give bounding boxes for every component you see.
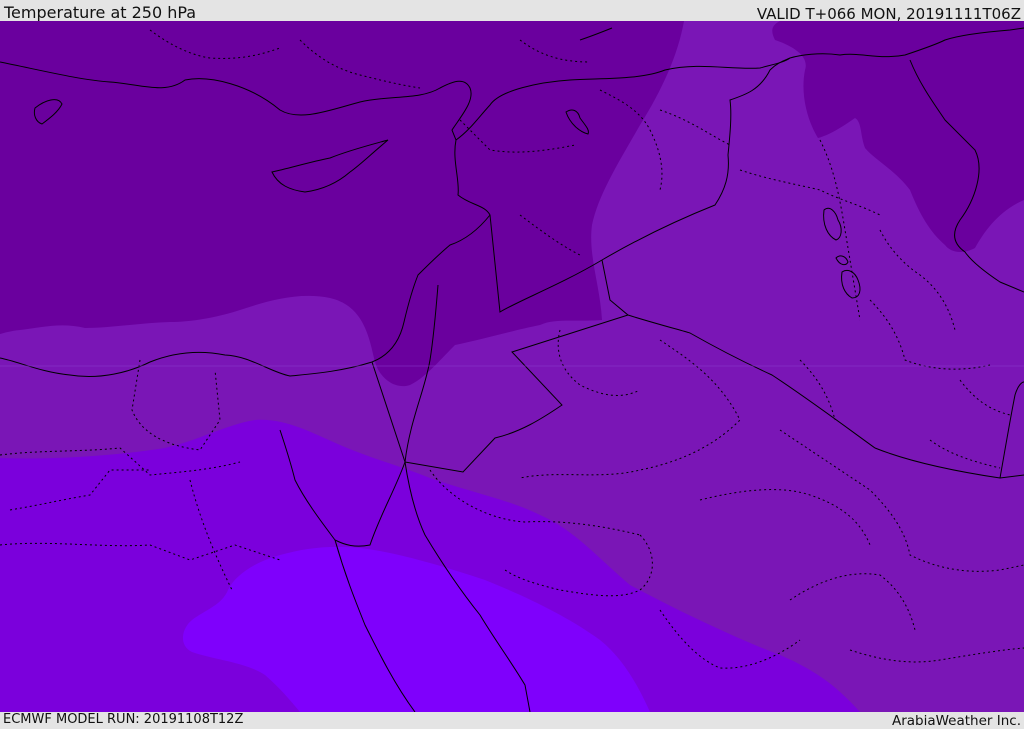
map-title: Temperature at 250 hPa	[4, 3, 197, 22]
footer-bar: ECMWF MODEL RUN: 20191108T12Z ArabiaWeat…	[0, 712, 1024, 729]
header-bar: Temperature at 250 hPa VALID T+066 MON, …	[0, 0, 1024, 23]
provider-credit: ArabiaWeather Inc.	[891, 713, 1021, 729]
temperature-map[interactable]	[0, 21, 1024, 712]
model-run: ECMWF MODEL RUN: 20191108T12Z	[3, 712, 244, 727]
